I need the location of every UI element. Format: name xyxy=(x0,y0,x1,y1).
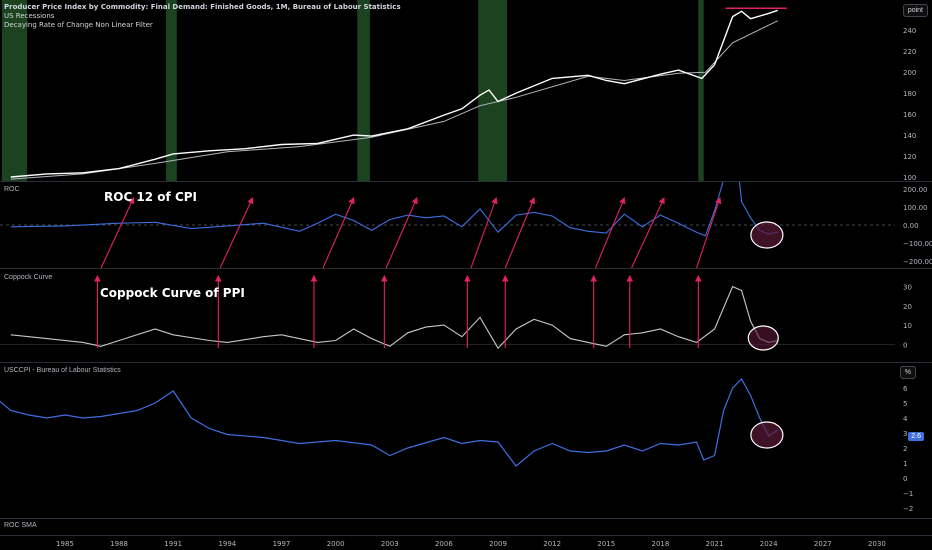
usccpi-pane xyxy=(0,378,784,467)
roc-pane-label: ROC xyxy=(4,186,20,193)
roc-arrow xyxy=(219,197,254,269)
roc-arrow xyxy=(504,196,536,269)
time-tick-label: 2030 xyxy=(868,540,886,548)
axis-tick-label: 0 xyxy=(903,341,907,349)
time-tick-label: 2012 xyxy=(543,540,561,548)
ppi-line xyxy=(10,9,778,178)
time-tick-label: 2024 xyxy=(760,540,778,548)
cpi-highlight-circle xyxy=(750,421,784,449)
axis-tick-label: −1 xyxy=(903,490,913,498)
chart-canvas[interactable]: 100120140160180200220240200.00100.000.00… xyxy=(0,0,932,550)
coppock-annotation: Coppock Curve of PPI xyxy=(100,286,245,300)
axis-unit-chip[interactable]: point xyxy=(902,4,928,17)
axis-tick-label: 200 xyxy=(903,69,916,77)
axis-tick-label: −100.00 xyxy=(903,240,932,248)
axis-tick-label: 3 xyxy=(903,430,907,438)
recession-band xyxy=(478,0,508,181)
axis-tick-label: 1 xyxy=(903,460,907,468)
cpi-line xyxy=(0,378,779,467)
cpi-last-price-tag: 2.6 xyxy=(908,432,924,441)
axis-tick-label: 200.00 xyxy=(903,186,928,194)
roc-arrow xyxy=(385,196,418,269)
axis-tick-label: 10 xyxy=(903,322,912,330)
filter-line xyxy=(10,20,778,180)
roc-pane xyxy=(0,182,895,249)
rocsma-pane-label: ROC SMA xyxy=(4,522,37,529)
time-tick-label: 2021 xyxy=(706,540,724,548)
roc-annotation: ROC 12 of CPI xyxy=(104,190,198,204)
axis-tick-label: 180 xyxy=(903,90,916,98)
pane-dividers xyxy=(0,181,932,536)
time-tick-label: 2000 xyxy=(327,540,345,548)
coppock-highlight-circle xyxy=(747,325,779,351)
time-axis: 1985 1988 1991 1994 1997 2000 2003 2006 2009 2012… xyxy=(56,540,886,548)
axis-tick-label: 6 xyxy=(903,385,908,393)
axis-tick-label: 0 xyxy=(903,475,907,483)
axis-tick-label: 2 xyxy=(903,445,907,453)
recession-band xyxy=(1,0,28,181)
time-tick-label: 1991 xyxy=(164,540,182,548)
roc-arrow xyxy=(631,197,665,269)
time-tick-label: 1997 xyxy=(273,540,291,548)
roc-line xyxy=(10,182,778,237)
recession-bands xyxy=(1,0,704,181)
axis-tick-label: −200.00 xyxy=(903,258,932,266)
time-tick-label: 1985 xyxy=(56,540,74,548)
time-tick-label: 2009 xyxy=(489,540,507,548)
axis-tick-label: 4 xyxy=(903,415,908,423)
time-tick-label: 1988 xyxy=(110,540,128,548)
time-tick-label: 2003 xyxy=(381,540,399,548)
roc-arrow xyxy=(100,197,135,269)
annotation-arrows xyxy=(94,196,722,348)
axis-tick-label: 160 xyxy=(903,111,916,119)
time-tick-label: 2015 xyxy=(597,540,615,548)
axis-tick-label: 30 xyxy=(903,284,912,292)
roc-highlight-circle xyxy=(750,221,784,249)
axis-tick-label: 140 xyxy=(903,132,916,140)
ppi-pane xyxy=(10,7,787,180)
axis-tick-label: 120 xyxy=(903,153,916,161)
axis-tick-label: −2 xyxy=(903,505,913,513)
roc-arrow xyxy=(695,196,722,269)
usccpi-pane-label: USCCPI - Bureau of Labour Statistics xyxy=(4,367,121,374)
cpi-unit-chip[interactable]: % xyxy=(899,366,916,379)
time-tick-label: 2027 xyxy=(814,540,832,548)
time-tick-label: 2018 xyxy=(652,540,670,548)
axis-tick-label: 100.00 xyxy=(903,204,928,212)
axis-tick-label: 0.00 xyxy=(903,222,919,230)
axis-tick-label: 20 xyxy=(903,303,912,311)
time-tick-label: 2006 xyxy=(435,540,453,548)
axis-tick-label: 220 xyxy=(903,48,916,56)
roc-arrow xyxy=(322,196,355,269)
time-tick-label: 1994 xyxy=(218,540,236,548)
roc-arrow xyxy=(470,196,498,269)
axis-tick-label: 5 xyxy=(903,400,907,408)
coppock-pane-label: Coppock Curve xyxy=(4,274,53,281)
axis-tick-label: 240 xyxy=(903,27,916,35)
recession-band xyxy=(357,0,370,181)
axis-tick-label: 100 xyxy=(903,174,916,182)
recession-band xyxy=(698,0,704,181)
